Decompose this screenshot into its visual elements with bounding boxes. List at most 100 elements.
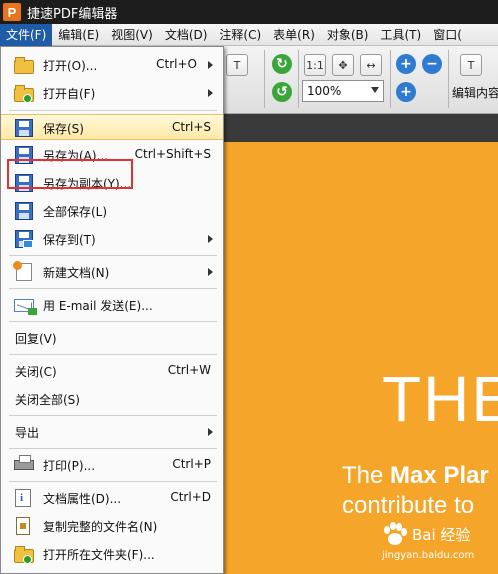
page-text-line-1: The Max Plar [342,462,489,490]
pdf-page: THE The Max Plar contribute to [224,142,498,574]
menu-separator [9,110,217,111]
menu-view[interactable]: 视图(V) [105,24,159,46]
printer-icon [13,455,35,475]
menu-item-close[interactable]: 关闭(C) Ctrl+W [1,358,223,384]
menu-item-label: 保存到(T) [43,233,96,247]
email-icon [13,295,37,315]
submenu-arrow-icon [208,268,213,276]
menu-item-label: 新建文档(N) [43,266,110,280]
submenu-arrow-icon [208,235,213,243]
menu-item-save-to[interactable]: 保存到(T) [1,226,223,252]
menu-file[interactable]: 文件(F) [0,23,53,46]
menu-separator [9,321,217,322]
page-heading: THE [382,363,498,435]
menu-edit[interactable]: 编辑(E) [52,24,105,46]
menu-window[interactable]: 窗口( [427,24,468,46]
document-properties-icon [13,488,35,508]
save-all-icon [13,201,35,221]
menu-item-send-email[interactable]: 用 E-mail 发送(E)... [1,292,223,318]
menu-item-label: 全部保存(L) [43,205,108,219]
menu-tools[interactable]: 工具(T) [374,24,427,46]
menu-item-shortcut: Ctrl+S [171,120,211,134]
menu-item-shortcut: Ctrl+Shift+S [134,147,211,161]
toolbar-separator [264,50,265,108]
menu-form[interactable]: 表单(R) [267,24,321,46]
app-title: 捷速PDF编辑器 [27,6,118,22]
menu-item-export[interactable]: 导出 [1,419,223,445]
menu-item-label: 打印(P)... [43,459,96,473]
title-bar: P 捷速PDF编辑器 [0,0,498,24]
open-folder-icon [13,55,35,75]
menu-bar: 文件(F) 编辑(E) 视图(V) 文档(D) 注释(C) 表单(R) 对象(B… [0,23,498,46]
menu-item-label: 打开所在文件夹(F)... [43,548,155,562]
menu-item-label: 复制完整的文件名(N) [43,520,158,534]
menu-separator [9,354,217,355]
save-to-icon [13,229,35,249]
menu-item-copy-filename[interactable]: 复制完整的文件名(N) [1,513,223,539]
watermark-text: Bai 经验 [412,526,471,544]
baidu-paw-icon [384,522,407,545]
menu-comment[interactable]: 注释(C) [213,24,267,46]
menu-separator [9,255,217,256]
menu-item-save-all[interactable]: 全部保存(L) [1,198,223,224]
zoom-select[interactable]: 100% [302,80,384,102]
save-icon [13,118,35,138]
app-logo-icon: P [3,3,21,21]
menu-item-revert[interactable]: 回复(V) [1,325,223,351]
menu-item-shortcut: Ctrl+W [167,363,211,377]
zoom-in-tool-icon[interactable]: + [396,54,416,74]
zoom-value: 100% [307,84,342,98]
new-document-icon [13,261,35,282]
menu-item-label: 关闭全部(S) [15,393,80,407]
menu-item-label: 保存(S) [43,122,84,136]
menu-document[interactable]: 文档(D) [159,24,214,46]
select-text-tool-button[interactable]: T [226,54,248,76]
page-text-regular: The [342,462,391,489]
zoom-out-icon[interactable]: − [422,54,442,74]
menu-item-document-properties[interactable]: 文档属性(D)... Ctrl+D [1,485,223,511]
submenu-arrow-icon [208,61,213,69]
rotate-counterclockwise-icon[interactable]: ↺ [272,82,292,102]
toolbar-separator [390,50,391,108]
toolbar-separator [448,50,449,108]
menu-item-label: 回复(V) [15,332,57,346]
menu-item-save[interactable]: 保存(S) Ctrl+S [1,114,223,140]
menu-item-new-document[interactable]: 新建文档(N) [1,259,223,285]
menu-item-shortcut: Ctrl+O [156,57,197,71]
zoom-in-icon[interactable]: + [396,82,416,102]
menu-item-label: 用 E-mail 发送(E)... [43,299,153,313]
fit-width-button[interactable]: ↔ [360,54,382,76]
menu-item-label: 打开自(F) [43,87,96,101]
open-containing-folder-icon [13,544,35,564]
menu-separator [9,481,217,482]
open-from-icon [13,83,35,103]
watermark-url: jingyan.baidu.com [382,550,475,561]
actual-size-button[interactable]: 1:1 [304,54,326,76]
watermark: Bai 经验 jingyan.baidu.com [378,520,488,570]
menu-item-label: 打开(O)... [43,59,98,73]
copy-filename-icon [13,516,35,536]
highlight-annotation-box [7,159,133,189]
edit-content-label[interactable]: 编辑内容 [452,84,498,101]
menu-item-print[interactable]: 打印(P)... Ctrl+P [1,452,223,478]
menu-item-close-all[interactable]: 关闭全部(S) [1,386,223,412]
edit-content-icon[interactable]: T [460,54,482,76]
menu-separator [9,415,217,416]
page-text-line-2: contribute to [342,492,475,519]
menu-item-label: 关闭(C) [15,365,57,379]
chevron-down-icon [371,87,379,93]
submenu-arrow-icon [208,428,213,436]
rotate-clockwise-icon[interactable]: ↻ [272,54,292,74]
menu-separator [9,448,217,449]
menu-item-open-containing-folder[interactable]: 打开所在文件夹(F)... [1,541,223,567]
menu-item-open[interactable]: 打开(O)... Ctrl+O [1,52,223,78]
submenu-arrow-icon [208,89,213,97]
menu-object[interactable]: 对象(B) [321,24,375,46]
menu-item-shortcut: Ctrl+P [172,457,211,471]
menu-item-label: 文档属性(D)... [43,492,122,506]
menu-item-shortcut: Ctrl+D [170,490,211,504]
file-menu-dropdown: 打开(O)... Ctrl+O 打开自(F) 保存(S) Ctrl+S 另存为(… [0,46,224,574]
menu-item-label: 导出 [15,426,40,440]
fit-page-button[interactable]: ✥ [332,54,354,76]
menu-item-open-from[interactable]: 打开自(F) [1,80,223,106]
